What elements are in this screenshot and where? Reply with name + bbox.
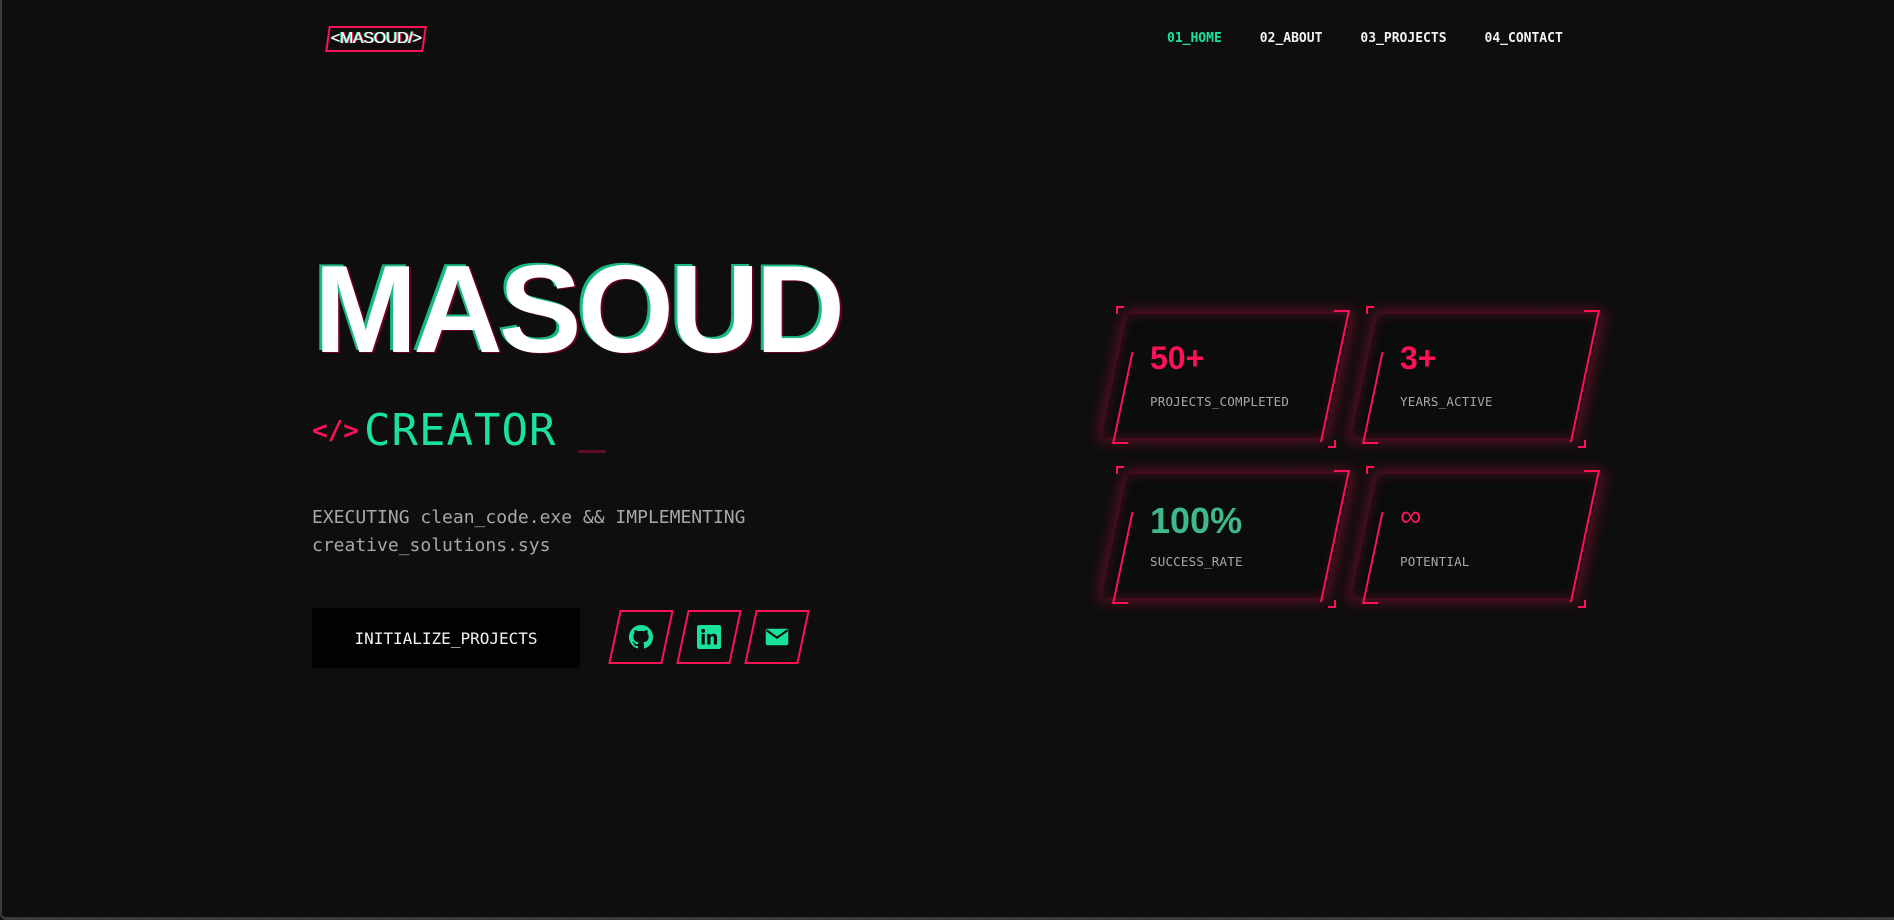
stat-label: YEARS_ACTIVE (1400, 394, 1493, 409)
linkedin-link[interactable] (682, 610, 736, 664)
nav-item-contact[interactable]: 04_CONTACT (1466, 20, 1582, 56)
corner-bracket (1366, 306, 1374, 314)
stat-label: POTENTIAL (1400, 554, 1470, 569)
stat-label: SUCCESS_RATE (1150, 554, 1243, 569)
corner-bracket (1116, 466, 1124, 474)
hero-title: MASOUD (314, 241, 845, 379)
corner-bracket (1366, 466, 1374, 474)
stat-value: 3+ (1400, 340, 1437, 376)
linkedin-icon (697, 625, 721, 649)
stat-card-years: 3+ YEARS_ACTIVE (1350, 306, 1602, 448)
role-text: CREATOR (364, 405, 557, 456)
github-link[interactable] (614, 610, 668, 664)
stats-grid: 50+ PROJECTS_COMPLETED 3+ YEARS_ACTIVE 1… (1100, 306, 1602, 608)
stat-value: ∞ (1400, 500, 1422, 533)
corner-bracket (1116, 306, 1124, 314)
corner-bracket (1328, 600, 1336, 608)
tagline: EXECUTING clean_code.exe && IMPLEMENTING… (312, 507, 746, 556)
email-link[interactable] (750, 610, 804, 664)
stat-card-potential: ∞ POTENTIAL (1350, 466, 1602, 608)
nav-item-about[interactable]: 02_ABOUT (1241, 20, 1342, 56)
logo-text: <MASOUD/> (330, 30, 422, 47)
role-line: </> CREATOR (312, 405, 607, 456)
initialize-projects-button[interactable]: INITIALIZE_PROJECTS (312, 608, 580, 668)
nav-item-projects[interactable]: 03_PROJECTS (1341, 20, 1465, 56)
social-links (614, 610, 804, 664)
corner-bracket (1578, 600, 1586, 608)
stat-value: 50+ (1150, 340, 1205, 376)
nav-item-home[interactable]: 01_HOME (1148, 20, 1241, 56)
code-icon: </> (312, 415, 359, 446)
stat-card-projects: 50+ PROJECTS_COMPLETED (1100, 306, 1352, 448)
main-nav: 01_HOME 02_ABOUT 03_PROJECTS 04_CONTACT (1148, 20, 1582, 56)
page-frame: <MASOUD/> 01_HOME 02_ABOUT 03_PROJECTS 0… (0, 0, 1894, 920)
stat-card-success: 100% SUCCESS_RATE (1100, 466, 1352, 608)
typing-cursor (578, 450, 607, 453)
stat-label: PROJECTS_COMPLETED (1150, 394, 1290, 409)
corner-bracket (1578, 440, 1586, 448)
envelope-icon (765, 628, 789, 646)
github-icon (629, 625, 653, 649)
logo[interactable]: <MASOUD/> (325, 26, 427, 52)
corner-bracket (1328, 440, 1336, 448)
stat-value: 100% (1150, 500, 1243, 541)
